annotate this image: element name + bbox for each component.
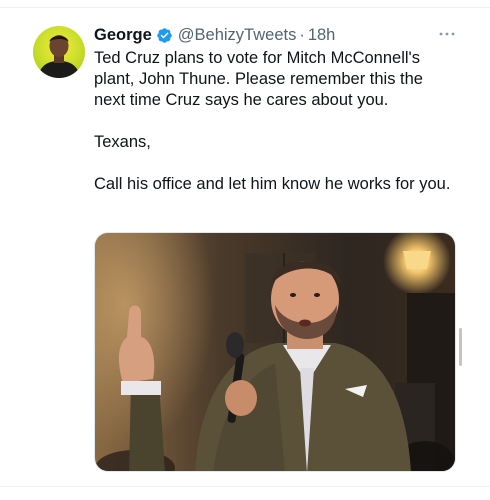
- more-options-button[interactable]: [434, 24, 460, 44]
- tweet-body: Ted Cruz plans to vote for Mitch McConne…: [94, 48, 454, 195]
- avatar[interactable]: [33, 26, 85, 78]
- bottom-divider: [0, 486, 490, 487]
- separator-dot: ·: [299, 26, 305, 44]
- tweet-photo[interactable]: [94, 232, 456, 472]
- tweet-page: George @BehizyTweets · 18h Ted Cruz plan…: [0, 0, 490, 500]
- person-avatar-icon: [37, 35, 81, 78]
- tweet-paragraph: Call his office and let him know he work…: [94, 175, 451, 193]
- tweet-paragraph: Ted Cruz plans to vote for Mitch McConne…: [94, 49, 423, 109]
- scrollbar[interactable]: [459, 328, 462, 366]
- tweet-header: George @BehizyTweets · 18h: [94, 24, 335, 46]
- tweet-paragraph: Texans,: [94, 133, 151, 151]
- verified-badge-icon: [156, 27, 173, 44]
- author-display-name[interactable]: George: [94, 24, 152, 46]
- top-divider: [0, 7, 490, 8]
- more-horizontal-icon: [439, 32, 455, 36]
- photo-speaker-with-microphone: [95, 233, 455, 471]
- author-handle[interactable]: @BehizyTweets: [178, 24, 297, 46]
- tweet-timestamp[interactable]: 18h: [308, 24, 336, 46]
